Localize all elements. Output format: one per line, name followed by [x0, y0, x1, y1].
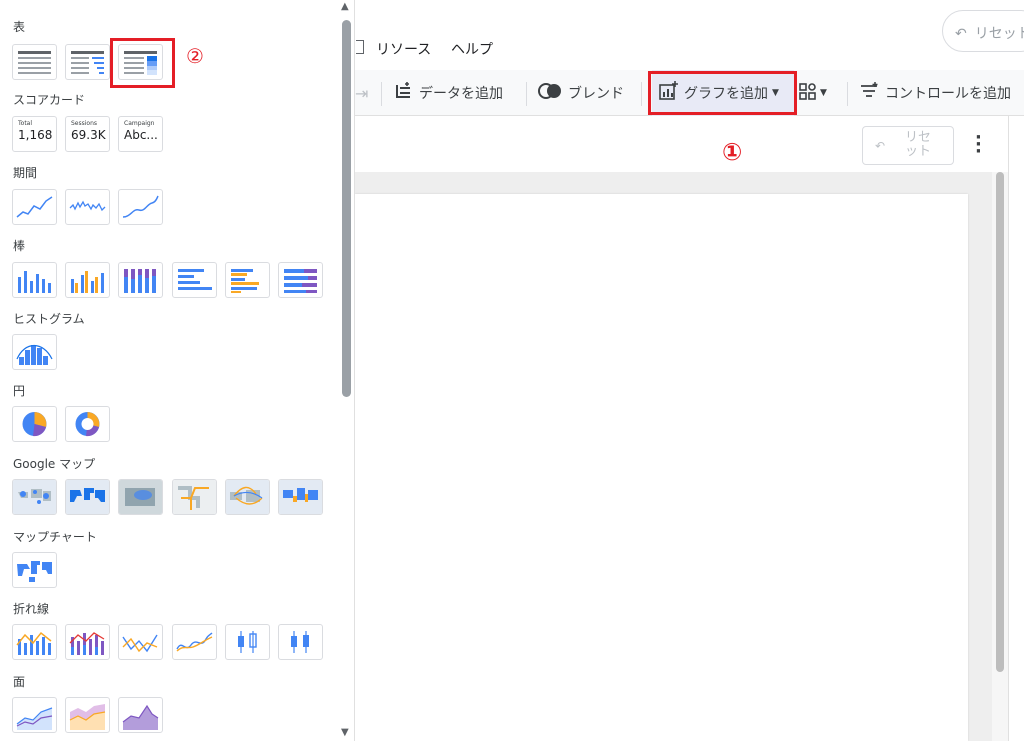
more-vert-icon[interactable]: · · · — [975, 129, 982, 161]
add-component-button[interactable]: ▼ — [798, 70, 827, 116]
chevron-down-icon: ▼ — [820, 88, 827, 98]
chart-option-geo-chart[interactable] — [12, 552, 57, 588]
section-timeseries: 期間 — [13, 166, 38, 180]
toolbar-divider — [847, 82, 848, 106]
scorecard-option-sessions[interactable]: Sessions 69.3K — [65, 116, 110, 152]
section-area: 面 — [13, 675, 26, 689]
chart-option-filled-map[interactable] — [65, 479, 110, 515]
scorecard-option-campaign[interactable]: Campaign Abc... — [118, 116, 163, 152]
chart-option-stacked-column[interactable] — [118, 262, 163, 298]
add-data-icon — [393, 81, 413, 105]
scorecard-label: Sessions — [71, 120, 98, 127]
chart-option-smoothed-timeseries[interactable] — [118, 189, 163, 225]
panel-scrollbar[interactable]: ▲ ▼ — [338, 0, 355, 741]
canvas-scrollbar[interactable] — [992, 172, 1008, 741]
chart-option-stacked-area[interactable] — [65, 697, 110, 733]
toolbar-divider — [526, 82, 527, 106]
annotation-number-2: ② — [186, 44, 204, 68]
canvas-header: ↶ リセット · · · — [355, 117, 1024, 172]
section-table: 表 — [13, 20, 26, 34]
section-scorecard: スコアカード — [13, 93, 86, 107]
chart-option-combo[interactable] — [12, 624, 57, 660]
report-page[interactable] — [355, 194, 968, 741]
section-line: 折れ線 — [13, 602, 50, 616]
blend-label: ブレンド — [568, 86, 624, 102]
scorecard-label: Campaign — [124, 120, 155, 127]
chart-option-stacked-combo[interactable] — [65, 624, 110, 660]
chart-option-histogram[interactable] — [12, 334, 57, 370]
canvas-area — [355, 172, 1007, 741]
chart-option-line-map[interactable] — [172, 479, 217, 515]
add-control-button[interactable]: コントロールを追加 — [859, 70, 1011, 116]
add-data-label: データを追加 — [419, 86, 503, 102]
chart-option-candlestick[interactable] — [225, 624, 270, 660]
section-histogram: ヒストグラム — [13, 312, 85, 326]
chart-option-grouped-bar[interactable] — [225, 262, 270, 298]
chart-option-line[interactable] — [118, 624, 163, 660]
chart-option-candlestick-filled[interactable] — [278, 624, 323, 660]
filter-control-icon — [859, 81, 879, 105]
section-map-chart: マップチャート — [13, 530, 97, 544]
toolbar-divider — [641, 82, 642, 106]
chart-option-choropleth-map[interactable] — [278, 479, 323, 515]
toolbar-divider — [381, 82, 382, 106]
chart-option-grouped-column[interactable] — [65, 262, 110, 298]
add-data-button[interactable]: データを追加 — [393, 70, 503, 116]
chart-option-smoothed-line[interactable] — [172, 624, 217, 660]
canvas-reset-button[interactable]: ↶ リセット — [862, 126, 954, 165]
chart-option-table[interactable] — [12, 44, 57, 80]
chevron-down-icon: ▼ — [772, 88, 779, 98]
scorecard-value: 1,168 — [18, 128, 53, 142]
chart-option-bubble-map[interactable] — [12, 479, 57, 515]
chart-option-table-heatmap[interactable] — [118, 44, 163, 80]
scorecard-value: 69.3K — [71, 128, 106, 142]
scrollbar-thumb[interactable] — [342, 20, 351, 397]
menu-help[interactable]: ヘルプ — [451, 39, 493, 59]
chart-option-heatmap-map[interactable] — [118, 479, 163, 515]
chart-option-donut[interactable] — [65, 406, 110, 442]
chart-option-connection-map[interactable] — [225, 479, 270, 515]
annotation-number-1: ① — [722, 138, 743, 166]
report-editor: リソース ヘルプ ↶ リセット ⇥ データを追加 ブレンド グラフを追加 ▼ ▼… — [355, 0, 1024, 741]
toolbar: ⇥ データを追加 ブレンド グラフを追加 ▼ ▼ コントロールを追加 — [355, 70, 1024, 116]
redo-icon: ⇥ — [355, 83, 369, 103]
blend-button[interactable]: ブレンド — [538, 70, 624, 116]
chart-option-timeseries[interactable] — [12, 189, 57, 225]
add-chart-icon — [658, 81, 678, 105]
components-icon — [798, 81, 818, 105]
scorecard-label: Total — [18, 120, 33, 127]
section-pie: 円 — [13, 384, 26, 398]
redo-button[interactable]: ⇥ — [355, 70, 374, 116]
scroll-up-icon[interactable]: ▲ — [341, 1, 349, 12]
undo-icon: ↶ — [875, 139, 886, 153]
undo-icon: ↶ — [955, 26, 967, 42]
scroll-down-icon[interactable]: ▼ — [341, 727, 349, 738]
chart-option-sparkline[interactable] — [65, 189, 110, 225]
add-control-label: コントロールを追加 — [885, 86, 1011, 102]
add-chart-button[interactable]: グラフを追加 ▼ — [652, 70, 794, 116]
chart-picker-panel: 表 ② スコアカード Total 1,168 Sessions 69.3K Ca… — [0, 0, 338, 741]
document-icon — [356, 40, 364, 54]
scrollbar-thumb[interactable] — [996, 172, 1004, 672]
chart-option-area[interactable] — [12, 697, 57, 733]
section-google-maps: Google マップ — [13, 457, 96, 471]
chart-option-table-bars[interactable] — [65, 44, 110, 80]
chart-option-pie[interactable] — [12, 406, 57, 442]
chart-option-stacked-bar[interactable] — [278, 262, 323, 298]
chart-option-column[interactable] — [12, 262, 57, 298]
chart-option-bar[interactable] — [172, 262, 217, 298]
scorecard-value: Abc... — [124, 128, 158, 142]
blend-icon — [538, 82, 562, 104]
menu-bar: リソース ヘルプ ↶ リセット — [355, 0, 1024, 70]
reset-button[interactable]: ↶ リセット — [942, 10, 1024, 52]
right-panel-edge — [1008, 116, 1024, 741]
menu-resources[interactable]: リソース — [376, 39, 431, 59]
add-chart-label: グラフを追加 — [684, 86, 768, 102]
chart-option-percent-area[interactable] — [118, 697, 163, 733]
canvas-reset-label: リセット — [904, 130, 931, 159]
section-bar: 棒 — [13, 239, 26, 253]
reset-label: リセット — [974, 26, 1024, 42]
scorecard-option-total[interactable]: Total 1,168 — [12, 116, 57, 152]
